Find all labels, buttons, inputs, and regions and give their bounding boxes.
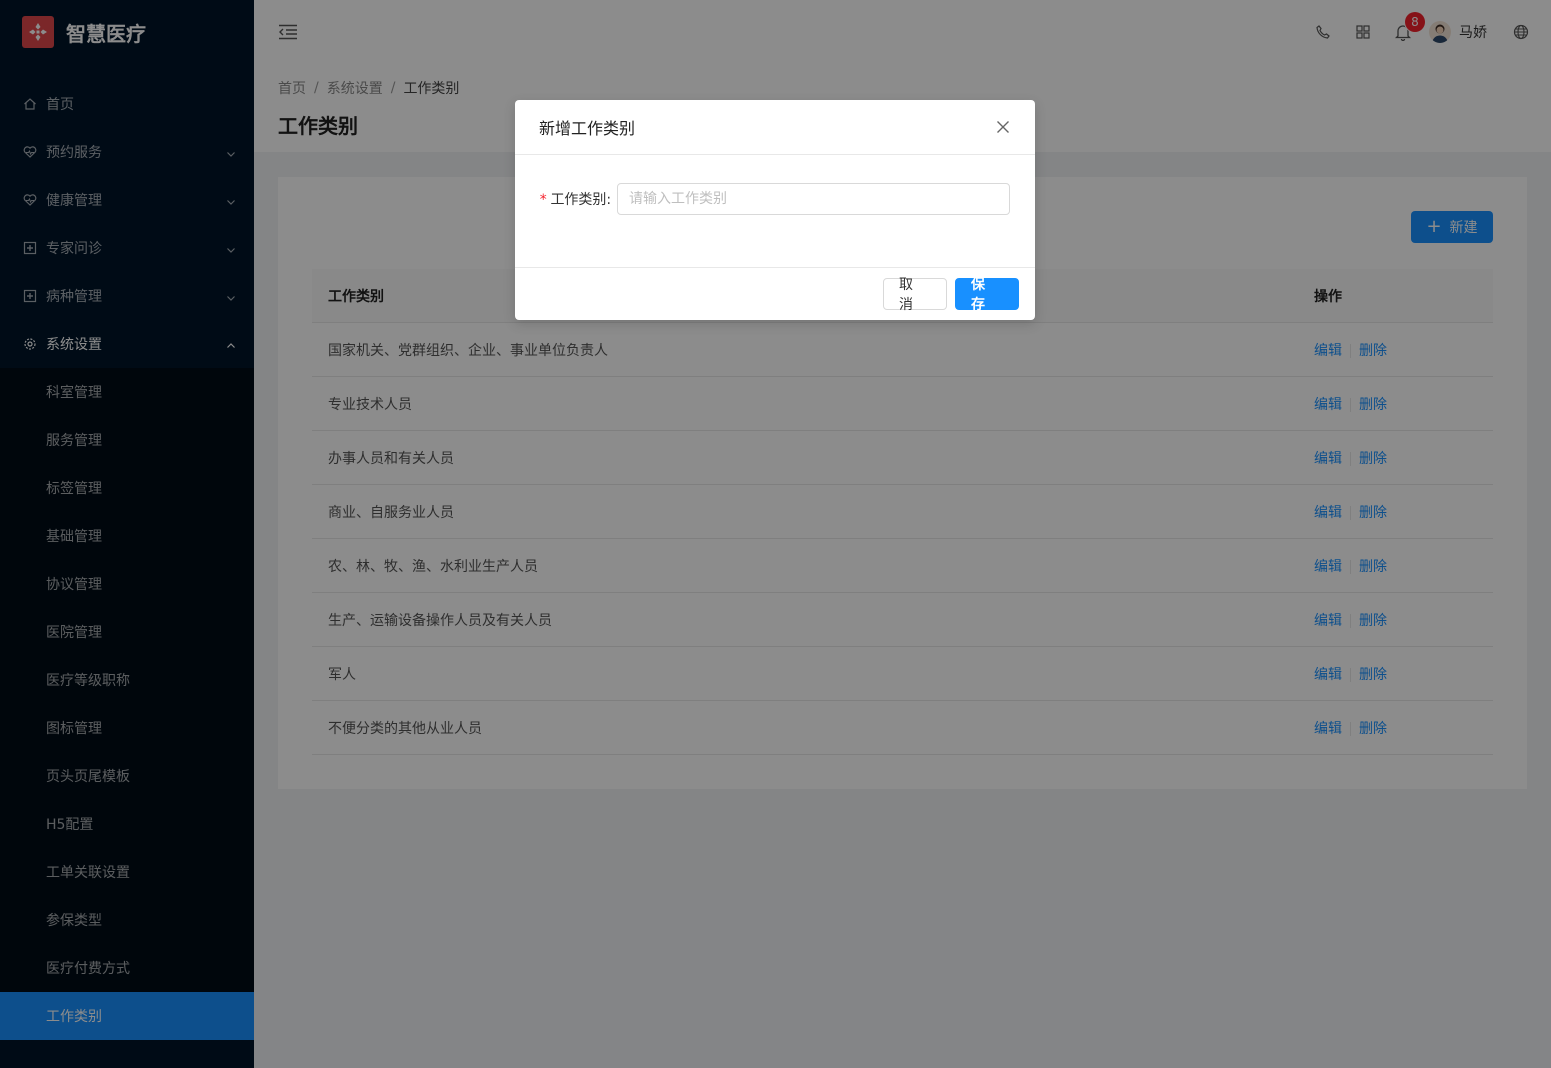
save-button[interactable]: 保 存 [955, 277, 1019, 313]
modal-title: 新增工作类别 [539, 119, 636, 138]
form-label-text: 工作类别: [550, 192, 612, 208]
work-category-input[interactable] [617, 183, 1010, 215]
modal-body: * 工作类别: [515, 155, 1035, 267]
modal-header: 新增工作类别 [515, 100, 1035, 155]
form-label: * 工作类别: [539, 189, 617, 209]
close-icon[interactable] [995, 119, 1011, 135]
modal-footer: 取 消 保 存 [515, 267, 1035, 320]
required-mark: * [539, 192, 548, 208]
cancel-button[interactable]: 取 消 [883, 277, 947, 313]
add-work-category-modal: 新增工作类别 *工作类别: 取 消 保 存 [515, 100, 1035, 320]
form-item-work-category: * 工作类别: [539, 183, 1011, 215]
